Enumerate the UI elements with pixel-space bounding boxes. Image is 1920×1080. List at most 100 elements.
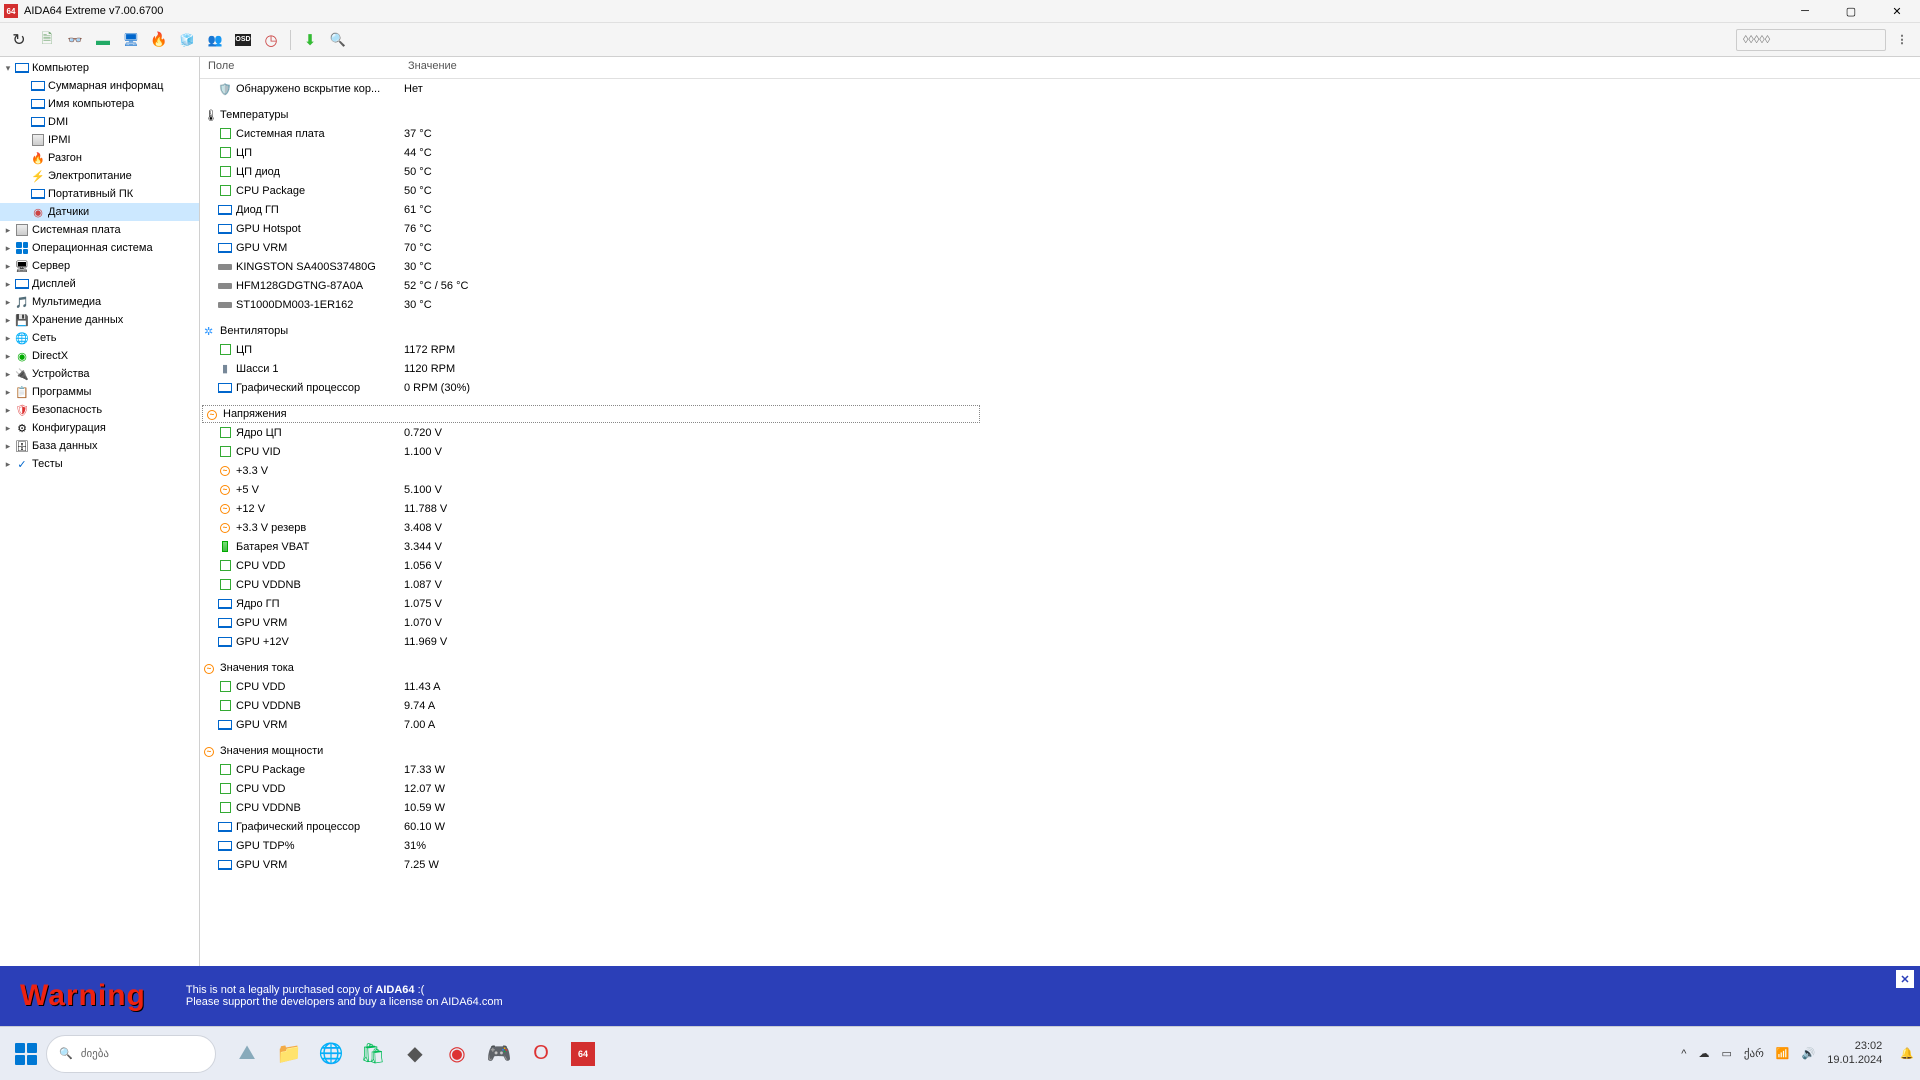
benchmark-button[interactable]: 🔥	[148, 29, 170, 51]
expand-icon[interactable]: ▸	[2, 297, 14, 308]
section-header[interactable]: ~Значения мощности	[200, 742, 1920, 760]
tree-node-10[interactable]: ▸Операционная система	[0, 239, 199, 257]
tree-node-19[interactable]: ▸🛡Безопасность	[0, 401, 199, 419]
tree-node-16[interactable]: ▸◉DirectX	[0, 347, 199, 365]
users-button[interactable]: 👥	[204, 29, 226, 51]
sensor-row[interactable]: CPU VDDNB1.087 V	[200, 575, 1920, 594]
tree-node-15[interactable]: ▸🌐Сеть	[0, 329, 199, 347]
task-aida64[interactable]: 64	[564, 1035, 602, 1073]
sensor-row[interactable]: ~+3.3 V резерв3.408 V	[200, 518, 1920, 537]
tree-node-20[interactable]: ▸⚙Конфигурация	[0, 419, 199, 437]
tray-language[interactable]: ქარ	[1744, 1047, 1764, 1060]
sensor-row[interactable]: CPU Package17.33 W	[200, 760, 1920, 779]
tray-wifi-icon[interactable]: 📶	[1776, 1047, 1790, 1060]
expand-icon[interactable]: ▸	[2, 369, 14, 380]
sensor-row[interactable]: CPU VDD11.43 A	[200, 677, 1920, 696]
sensor-row[interactable]: CPU VID1.100 V	[200, 442, 1920, 461]
sensor-row[interactable]: ЦП44 °C	[200, 143, 1920, 162]
sensor-icon-button[interactable]: 🧊	[176, 29, 198, 51]
tree-node-8[interactable]: ◉Датчики	[0, 203, 199, 221]
sensor-row[interactable]: ~+3.3 V	[200, 461, 1920, 480]
maximize-button[interactable]: ▢	[1828, 0, 1874, 23]
expand-icon[interactable]: ▸	[2, 279, 14, 290]
sensor-row[interactable]: GPU +12V11.969 V	[200, 632, 1920, 651]
expand-icon[interactable]: ▸	[2, 351, 14, 362]
tree-node-0[interactable]: ▾Компьютер	[0, 59, 199, 77]
tray-onedrive-icon[interactable]: ☁	[1698, 1047, 1709, 1060]
sensor-row[interactable]: Системная плата37 °C	[200, 124, 1920, 143]
sensor-row[interactable]: ЦП диод50 °C	[200, 162, 1920, 181]
tree-node-2[interactable]: Имя компьютера	[0, 95, 199, 113]
tray-volume-icon[interactable]: 🔊	[1802, 1047, 1816, 1060]
tree-node-11[interactable]: ▸🖥Сервер	[0, 257, 199, 275]
expand-icon[interactable]: ▸	[2, 315, 14, 326]
tree-node-4[interactable]: IPMI	[0, 131, 199, 149]
task-app1[interactable]: ⛰	[228, 1035, 266, 1073]
clock-button[interactable]: ◷	[260, 29, 282, 51]
report-button[interactable]: 🗎	[36, 29, 58, 51]
sensor-row[interactable]: CPU Package50 °C	[200, 181, 1920, 200]
board-button[interactable]: ▬	[92, 29, 114, 51]
task-explorer[interactable]: 📁	[270, 1035, 308, 1073]
sensor-row[interactable]: Графический процессор0 RPM (30%)	[200, 378, 1920, 397]
sensor-row[interactable]: Ядро ЦП0.720 V	[200, 423, 1920, 442]
tree-node-14[interactable]: ▸💾Хранение данных	[0, 311, 199, 329]
sensor-row[interactable]: Батарея VBAT3.344 V	[200, 537, 1920, 556]
section-header[interactable]: ~Значения тока	[200, 659, 1920, 677]
sensor-row[interactable]: GPU VRM7.00 A	[200, 715, 1920, 734]
sensor-row[interactable]: GPU VRM1.070 V	[200, 613, 1920, 632]
section-header[interactable]: 🌡Температуры	[200, 106, 1920, 124]
sensor-row[interactable]: ST1000DM003-1ER16230 °C	[200, 295, 1920, 314]
sensor-row[interactable]: GPU VRM70 °C	[200, 238, 1920, 257]
tray-chevron-icon[interactable]: ^	[1681, 1048, 1686, 1060]
task-app2[interactable]: ◆	[396, 1035, 434, 1073]
expand-icon[interactable]: ▸	[2, 261, 14, 272]
tree-node-9[interactable]: ▸Системная плата	[0, 221, 199, 239]
tree-node-22[interactable]: ▸✓Тесты	[0, 455, 199, 473]
task-opera[interactable]: O	[522, 1035, 560, 1073]
sensor-row[interactable]: KINGSTON SA400S37480G30 °C	[200, 257, 1920, 276]
tree-node-3[interactable]: DMI	[0, 113, 199, 131]
content-pane[interactable]: Поле Значение 🛡️ Обнаружено вскрытие кор…	[200, 57, 1920, 966]
taskbar-search[interactable]: 🔍 ძიება	[46, 1035, 216, 1073]
tree-node-18[interactable]: ▸📋Программы	[0, 383, 199, 401]
sensor-row[interactable]: HFM128GDGTNG-87A0A52 °C / 56 °C	[200, 276, 1920, 295]
sensor-row[interactable]: Ядро ГП1.075 V	[200, 594, 1920, 613]
expand-icon[interactable]: ▸	[2, 441, 14, 452]
sensor-row[interactable]: CPU VDDNB9.74 A	[200, 696, 1920, 715]
tree-node-5[interactable]: 🔥Разгон	[0, 149, 199, 167]
osd-button[interactable]: OSD	[232, 29, 254, 51]
expand-icon[interactable]: ▸	[2, 459, 14, 470]
sensor-row[interactable]: CPU VDDNB10.59 W	[200, 798, 1920, 817]
tree-node-6[interactable]: ⚡Электропитание	[0, 167, 199, 185]
expand-icon[interactable]: ▸	[2, 225, 14, 236]
tray-notifications-icon[interactable]: 🔔	[1900, 1047, 1914, 1060]
warning-close-button[interactable]: ✕	[1896, 970, 1914, 988]
tray-battery-icon[interactable]: ▭	[1721, 1047, 1731, 1060]
expand-icon[interactable]: ▸	[2, 243, 14, 254]
sensor-row[interactable]: GPU Hotspot76 °C	[200, 219, 1920, 238]
glasses-button[interactable]: 👓	[64, 29, 86, 51]
sensor-row[interactable]: ЦП1172 RPM	[200, 340, 1920, 359]
tree-node-21[interactable]: ▸🗄База данных	[0, 437, 199, 455]
monitor-button[interactable]: 🖥	[120, 29, 142, 51]
toolbar-menu-button[interactable]: ⋮	[1892, 33, 1912, 46]
sensor-row[interactable]: CPU VDD1.056 V	[200, 556, 1920, 575]
expand-icon[interactable]: ▸	[2, 423, 14, 434]
sensor-row[interactable]: Диод ГП61 °C	[200, 200, 1920, 219]
sensor-row[interactable]: ~+5 V5.100 V	[200, 480, 1920, 499]
task-app3[interactable]: ◉	[438, 1035, 476, 1073]
expand-icon[interactable]: ▸	[2, 387, 14, 398]
sensor-row[interactable]: GPU TDP%31%	[200, 836, 1920, 855]
sensor-row[interactable]: GPU VRM7.25 W	[200, 855, 1920, 874]
download-button[interactable]: ⬇	[299, 29, 321, 51]
tree-node-12[interactable]: ▸Дисплей	[0, 275, 199, 293]
sensor-row[interactable]: Графический процессор60.10 W	[200, 817, 1920, 836]
sensor-row[interactable]: ~+12 V11.788 V	[200, 499, 1920, 518]
expand-icon[interactable]: ▸	[2, 405, 14, 416]
tree-node-13[interactable]: ▸🎵Мультимедиа	[0, 293, 199, 311]
minimize-button[interactable]: ─	[1782, 0, 1828, 23]
tray-clock[interactable]: 23:02 19.01.2024	[1827, 1040, 1882, 1068]
tree-node-17[interactable]: ▸🔌Устройства	[0, 365, 199, 383]
task-edge[interactable]: 🌐	[312, 1035, 350, 1073]
